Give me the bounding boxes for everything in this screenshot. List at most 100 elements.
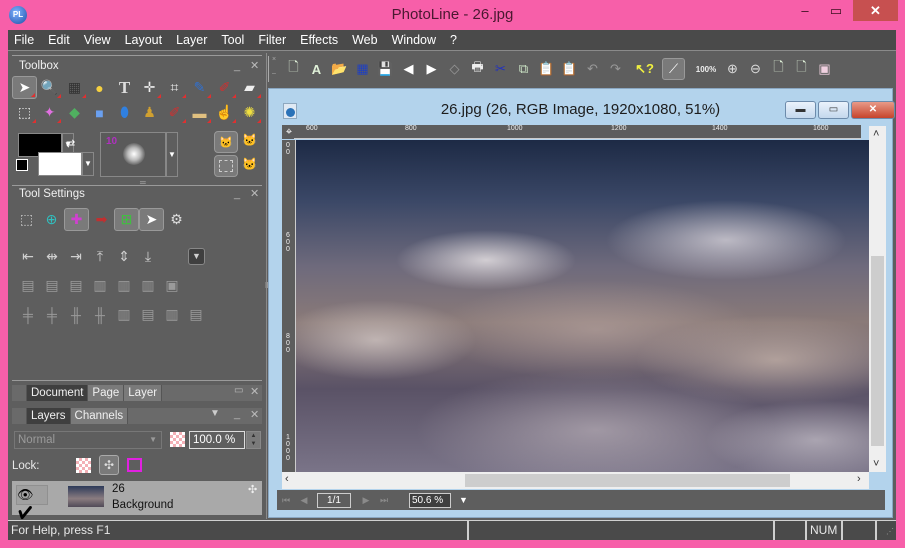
context-help-icon[interactable]: ↖? bbox=[633, 58, 656, 80]
tab-page[interactable]: Page bbox=[88, 385, 125, 401]
space-h1-icon[interactable]: ╪ bbox=[16, 307, 40, 323]
copy-icon[interactable]: ⧉ bbox=[512, 58, 535, 80]
panel-minimize-icon[interactable]: _ bbox=[234, 408, 240, 420]
scroll-down-icon[interactable]: ˅ bbox=[873, 458, 879, 470]
scroll-up-icon[interactable]: ˄ bbox=[873, 128, 879, 140]
horizontal-scrollbar[interactable]: ‹ › bbox=[282, 472, 869, 489]
antialias-button[interactable]: ⟋ bbox=[662, 58, 685, 80]
panel-close-icon[interactable]: ✕ bbox=[250, 385, 259, 398]
distribute-hcenter-icon[interactable]: ▤ bbox=[40, 277, 64, 294]
new-document-icon[interactable]: 🗋 bbox=[282, 58, 305, 80]
next-page-icon[interactable]: ▶ bbox=[357, 495, 375, 506]
lock-size-icon[interactable] bbox=[127, 458, 142, 472]
warp-tool[interactable]: ▦ bbox=[62, 76, 87, 99]
scroll-left-icon[interactable]: ‹ bbox=[285, 473, 289, 485]
bucket-tool[interactable]: ⬮ bbox=[112, 101, 137, 124]
print-icon[interactable]: 🖶 bbox=[466, 58, 489, 80]
doc-minimize-button[interactable]: ▬ bbox=[785, 101, 816, 119]
select-area-icon[interactable]: ⬚ bbox=[14, 208, 39, 231]
lock-position-icon[interactable]: ✣ bbox=[99, 455, 119, 475]
distribute-top-icon[interactable]: ▥ bbox=[88, 277, 112, 294]
fit-page-icon[interactable]: 🗋 bbox=[767, 58, 790, 80]
gradient-tool[interactable]: ■ bbox=[87, 101, 112, 124]
selection-mask-button[interactable] bbox=[214, 155, 238, 177]
menu-edit[interactable]: Edit bbox=[48, 33, 70, 47]
magnifier-tool[interactable]: 🔍 bbox=[37, 76, 62, 99]
align-options-dropdown[interactable]: ▼ bbox=[188, 248, 205, 265]
vertical-ruler[interactable]: 0 0 6 0 0 8 0 0 1 0 0 0 bbox=[282, 140, 296, 472]
mask-paint-icon[interactable]: 🐱 bbox=[242, 133, 257, 147]
last-page-icon[interactable]: ⏭ bbox=[375, 495, 393, 506]
scroll-right-icon[interactable]: › bbox=[857, 473, 861, 485]
distribute-left-icon[interactable]: ▤ bbox=[16, 277, 40, 294]
panel-minimize-icon[interactable]: _ bbox=[234, 59, 240, 74]
pointer-tool[interactable]: ➤ bbox=[12, 76, 37, 99]
fit-window-icon[interactable]: 🗋 bbox=[790, 58, 813, 80]
healing-brush-tool[interactable]: ▬ bbox=[187, 101, 212, 124]
panel-maximize-icon[interactable]: ▭ bbox=[234, 385, 243, 396]
brush-preview[interactable]: 10 bbox=[100, 132, 166, 177]
first-page-icon[interactable]: ⏮ bbox=[277, 495, 295, 506]
zoom-input[interactable]: 50.6 % bbox=[409, 492, 451, 508]
transfer-icon[interactable]: ➡ bbox=[89, 208, 114, 231]
default-colors-icon[interactable] bbox=[16, 159, 28, 171]
open-folder-icon[interactable]: 📂 bbox=[328, 58, 351, 80]
align-vcenter-icon[interactable]: ⇕ bbox=[112, 248, 136, 265]
path-tool[interactable]: ✛ bbox=[137, 76, 162, 99]
zoom-in-icon[interactable]: ⊕ bbox=[721, 58, 744, 80]
align-right-icon[interactable]: ⇥ bbox=[64, 248, 88, 265]
zoom-100-button[interactable]: 100% bbox=[691, 58, 721, 80]
toolbar-grip[interactable]: × – bbox=[268, 56, 282, 82]
fit-height-icon[interactable]: ▤ bbox=[184, 306, 208, 323]
brush-dropdown[interactable]: ▼ bbox=[166, 132, 178, 177]
save-icon[interactable]: 💾 bbox=[374, 58, 397, 80]
browser-icon[interactable]: ▦ bbox=[351, 58, 374, 80]
horizontal-scroll-thumb[interactable] bbox=[465, 474, 790, 487]
smudge-tool[interactable]: ☝ bbox=[212, 101, 237, 124]
magic-wand-tool[interactable]: ✦ bbox=[37, 101, 62, 124]
vertical-scroll-thumb[interactable] bbox=[871, 256, 884, 446]
swap-colors-icon[interactable]: ⇄ bbox=[66, 137, 75, 150]
distribute-vcenter-icon[interactable]: ▥ bbox=[112, 277, 136, 294]
new-text-document-icon[interactable]: A bbox=[305, 58, 328, 80]
layer-visibility-icon[interactable]: 👁✔ bbox=[16, 485, 48, 520]
align-hcenter-icon[interactable]: ⇹ bbox=[40, 248, 64, 265]
menu-file[interactable]: File bbox=[14, 33, 34, 47]
panel-splitter[interactable] bbox=[266, 53, 267, 519]
maximize-button[interactable]: ▭ bbox=[821, 0, 851, 21]
menu-layout[interactable]: Layout bbox=[125, 33, 163, 47]
panel-minimize-icon[interactable]: _ bbox=[234, 187, 240, 202]
image-canvas[interactable] bbox=[296, 140, 869, 472]
layer-row[interactable]: 👁✔ 26 Background ✣ bbox=[12, 481, 262, 520]
doc-close-button[interactable]: ✕ bbox=[851, 101, 895, 119]
space-v2-icon[interactable]: ╫ bbox=[88, 307, 112, 323]
page-input[interactable]: 1/1 bbox=[317, 492, 351, 508]
menu-help[interactable]: ? bbox=[450, 33, 457, 47]
center-page-icon[interactable]: ▣ bbox=[160, 277, 184, 294]
text-tool[interactable]: T bbox=[112, 76, 137, 99]
blend-mode-select[interactable]: Normal ▼ bbox=[14, 431, 162, 449]
previous-icon[interactable]: ◀ bbox=[397, 58, 420, 80]
close-button[interactable]: ✕ bbox=[853, 0, 898, 21]
layer-move-icon[interactable]: ✣ bbox=[248, 483, 257, 496]
ellipse-tool[interactable]: ● bbox=[87, 76, 112, 99]
brush-tool[interactable]: ✐ bbox=[212, 76, 237, 99]
full-screen-icon[interactable]: ▣ bbox=[813, 58, 836, 80]
undo-icon[interactable]: ↶ bbox=[581, 58, 604, 80]
lock-transparency-icon[interactable] bbox=[76, 458, 91, 473]
menu-layer[interactable]: Layer bbox=[176, 33, 207, 47]
grid-select-button[interactable]: ⊞ bbox=[114, 208, 139, 231]
menu-tool[interactable]: Tool bbox=[221, 33, 244, 47]
eyedropper-tool[interactable]: ✎ bbox=[187, 76, 212, 99]
next-icon[interactable]: ▶ bbox=[420, 58, 443, 80]
fit-width-icon[interactable]: ▥ bbox=[160, 306, 184, 323]
background-color-dropdown[interactable]: ▼ bbox=[82, 152, 94, 176]
redo-icon[interactable]: ↷ bbox=[604, 58, 627, 80]
panel-menu-icon[interactable]: ▼ bbox=[210, 408, 220, 419]
opacity-stepper[interactable]: ▲ ▼ bbox=[246, 431, 261, 449]
menu-filter[interactable]: Filter bbox=[258, 33, 286, 47]
dodge-tool[interactable]: ✺ bbox=[237, 101, 262, 124]
tab-document[interactable]: Document bbox=[27, 385, 89, 401]
align-top-icon[interactable]: ⤒ bbox=[88, 248, 112, 265]
stamp-tool[interactable]: ♟ bbox=[137, 101, 162, 124]
